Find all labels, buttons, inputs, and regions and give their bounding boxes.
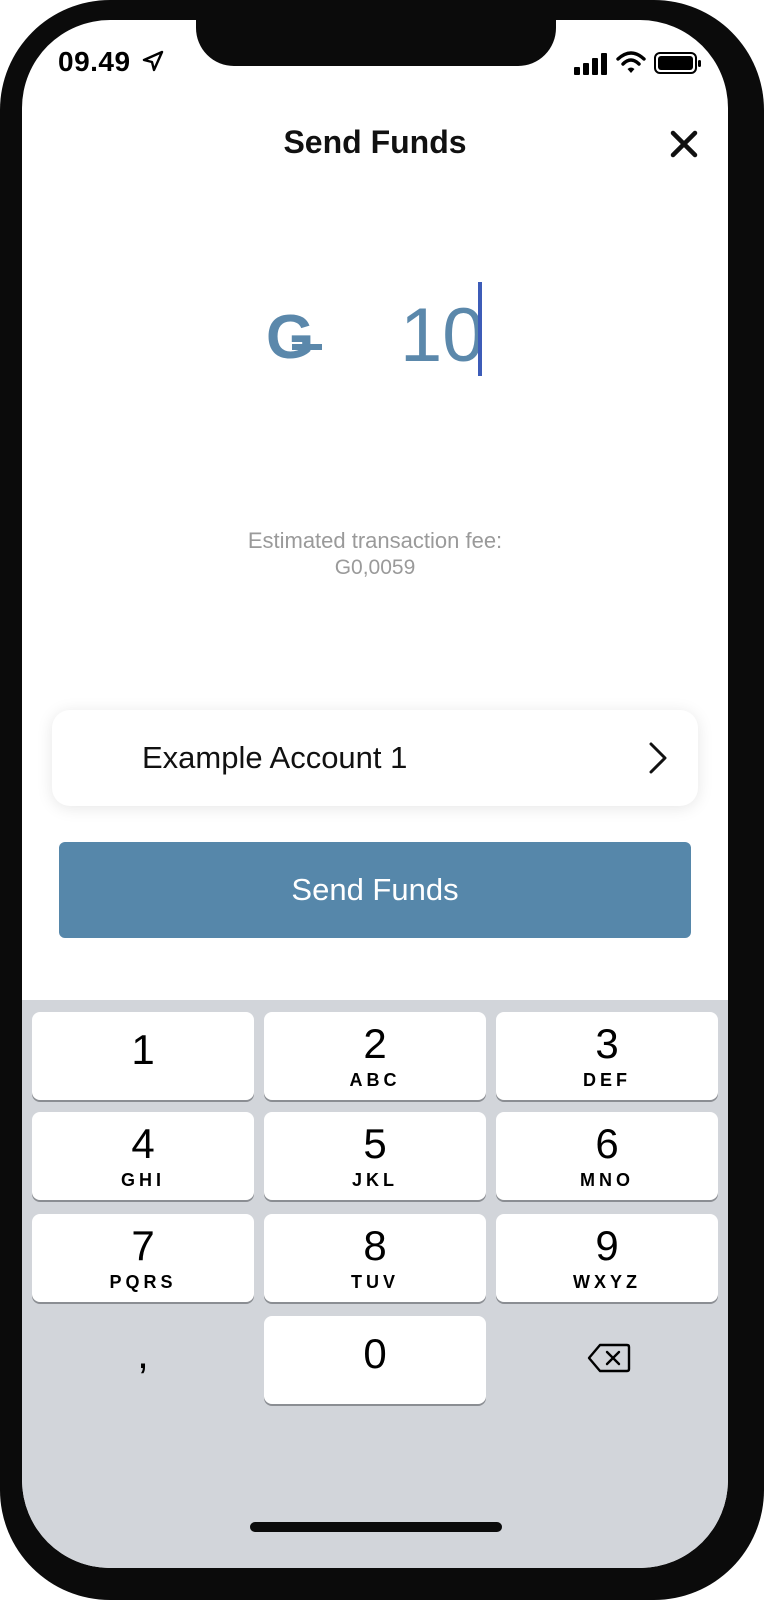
key-1[interactable]: 1 bbox=[32, 1012, 254, 1100]
key-digit: 7 bbox=[131, 1222, 155, 1269]
currency-symbol-bar bbox=[292, 344, 322, 350]
close-icon[interactable] bbox=[664, 124, 704, 164]
notch bbox=[196, 20, 556, 66]
key-letters: PQRS bbox=[109, 1272, 177, 1292]
key-digit: 6 bbox=[595, 1120, 619, 1167]
key-7[interactable]: 7 PQRS bbox=[32, 1214, 254, 1302]
key-digit: 5 bbox=[363, 1120, 387, 1167]
key-letters: ABC bbox=[349, 1070, 401, 1090]
key-delete[interactable] bbox=[496, 1316, 718, 1404]
cellular-signal-icon bbox=[574, 53, 607, 75]
status-time: 09.49 bbox=[58, 46, 131, 77]
battery-icon bbox=[654, 52, 701, 74]
key-6[interactable]: 6 MNO bbox=[496, 1112, 718, 1200]
key-digit: 4 bbox=[131, 1120, 155, 1167]
key-digit: 2 bbox=[363, 1020, 387, 1067]
location-arrow-icon bbox=[142, 50, 164, 72]
text-caret bbox=[478, 282, 482, 376]
amount-entry[interactable]: G 10 bbox=[22, 282, 728, 402]
send-funds-button[interactable]: Send Funds bbox=[59, 842, 691, 938]
key-digit: 1 bbox=[131, 1026, 155, 1073]
key-0[interactable]: 0 bbox=[264, 1316, 486, 1404]
key-decimal-comma[interactable]: , bbox=[32, 1316, 254, 1404]
amount-input[interactable]: 10 bbox=[400, 292, 485, 379]
key-9[interactable]: 9 WXYZ bbox=[496, 1214, 718, 1302]
key-digit: , bbox=[137, 1330, 149, 1377]
key-digit: 8 bbox=[363, 1222, 387, 1269]
account-selector[interactable]: Example Account 1 bbox=[52, 710, 698, 806]
key-letters: DEF bbox=[583, 1070, 631, 1090]
chevron-right-icon bbox=[649, 742, 667, 774]
backspace-icon bbox=[587, 1343, 631, 1373]
page-title: Send Funds bbox=[283, 124, 467, 160]
account-name: Example Account 1 bbox=[142, 740, 408, 775]
fee-value: G0,0059 bbox=[334, 556, 416, 579]
key-letters: MNO bbox=[580, 1170, 634, 1190]
home-indicator bbox=[250, 1522, 502, 1532]
key-letters: GHI bbox=[120, 1170, 165, 1190]
key-2[interactable]: 2 ABC bbox=[264, 1012, 486, 1100]
fee-label: Estimated transaction fee: bbox=[247, 528, 503, 553]
key-digit: 9 bbox=[595, 1222, 619, 1269]
screen: 09.49 Send Funds G 10 Estimated transact… bbox=[22, 20, 728, 1568]
wifi-icon bbox=[616, 51, 646, 73]
numeric-keyboard: 1 2 ABC 3 DEF 4 GHI 5 JKL 6 MNO 7 PQRS 8… bbox=[22, 1000, 728, 1568]
key-8[interactable]: 8 TUV bbox=[264, 1214, 486, 1302]
key-letters: JKL bbox=[351, 1170, 398, 1190]
currency-symbol: G bbox=[266, 302, 322, 373]
key-letters: TUV bbox=[351, 1272, 399, 1292]
key-3[interactable]: 3 DEF bbox=[496, 1012, 718, 1100]
phone-frame: 09.49 Send Funds G 10 Estimated transact… bbox=[0, 0, 764, 1600]
key-letters: WXYZ bbox=[573, 1272, 641, 1292]
key-digit: 0 bbox=[363, 1330, 387, 1377]
key-4[interactable]: 4 GHI bbox=[32, 1112, 254, 1200]
key-digit: 3 bbox=[595, 1020, 619, 1067]
key-5[interactable]: 5 JKL bbox=[264, 1112, 486, 1200]
